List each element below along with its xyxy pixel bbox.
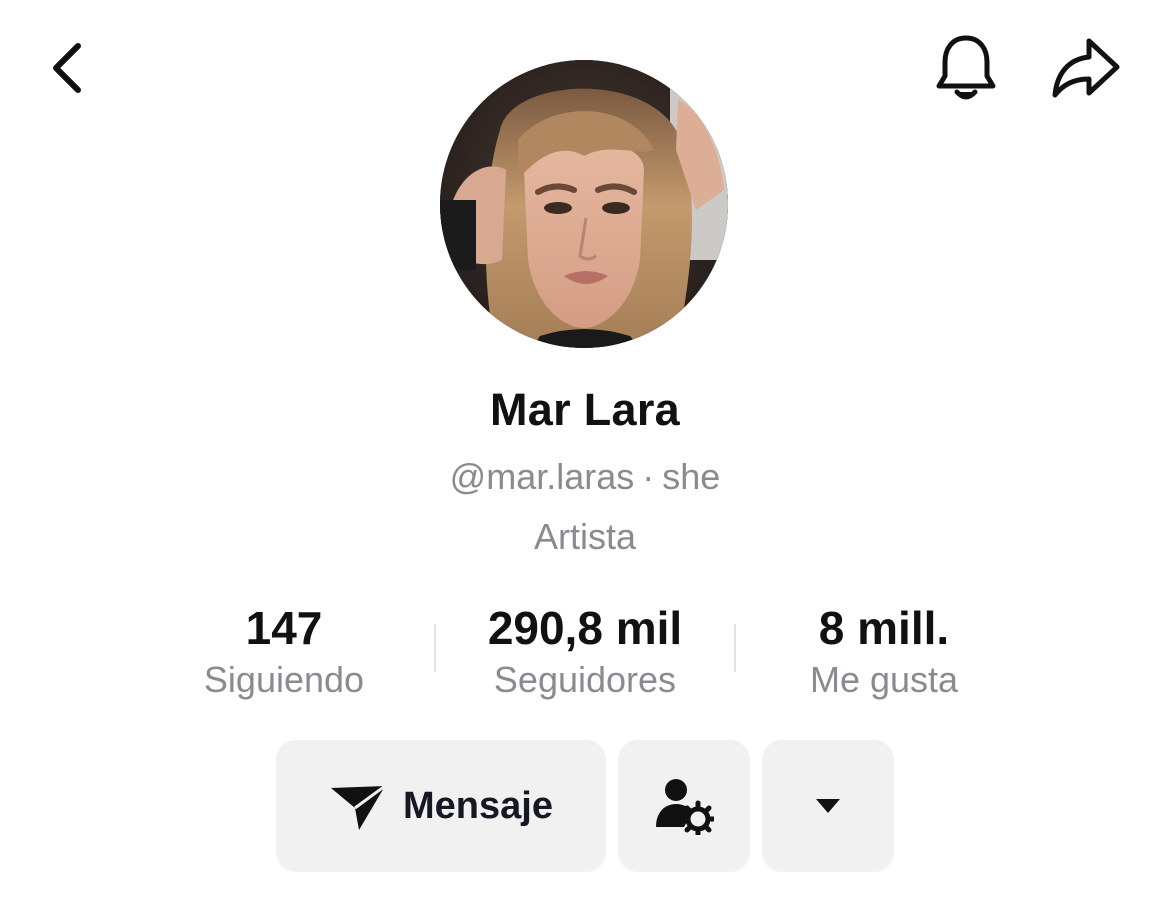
notification-button[interactable] bbox=[928, 30, 1004, 106]
stat-following-value: 147 bbox=[245, 602, 323, 654]
caret-down-icon bbox=[816, 799, 840, 813]
pronouns: she bbox=[662, 456, 721, 497]
stats-row: 147 Siguiendo 290,8 mil Seguidores 8 mil… bbox=[0, 600, 1170, 710]
stat-divider bbox=[434, 624, 436, 672]
send-icon bbox=[331, 784, 386, 830]
avatar[interactable] bbox=[440, 60, 728, 348]
stat-likes-label: Me gusta bbox=[809, 659, 959, 700]
profile-category: Artista bbox=[533, 516, 637, 557]
separator: · bbox=[642, 456, 655, 497]
friend-settings-button[interactable] bbox=[618, 740, 750, 872]
stat-likes[interactable]: 8 mill. Me gusta bbox=[784, 600, 984, 702]
share-arrow-icon bbox=[1052, 38, 1120, 98]
bell-icon bbox=[936, 35, 996, 100]
stat-followers[interactable]: 290,8 mil Seguidores bbox=[450, 600, 720, 702]
stat-following-label: Siguiendo bbox=[203, 659, 365, 700]
stat-likes-value: 8 mill. bbox=[818, 602, 950, 654]
user-settings-icon bbox=[656, 779, 714, 835]
back-button[interactable] bbox=[30, 32, 102, 104]
share-button[interactable] bbox=[1044, 30, 1128, 106]
stat-divider bbox=[734, 624, 736, 672]
stat-followers-label: Seguidores bbox=[493, 659, 677, 700]
message-button[interactable]: Mensaje bbox=[276, 740, 606, 872]
stat-following[interactable]: 147 Siguiendo bbox=[184, 600, 384, 702]
more-options-button[interactable] bbox=[762, 740, 894, 872]
username-line: @mar.laras · she bbox=[0, 456, 1170, 498]
message-button-label: Mensaje bbox=[403, 784, 553, 827]
stat-followers-value: 290,8 mil bbox=[487, 602, 683, 654]
profile-actions: Mensaje bbox=[0, 740, 1170, 874]
username: @mar.laras bbox=[449, 456, 635, 497]
display-name: Mar Lara bbox=[490, 384, 680, 435]
profile-photo bbox=[440, 60, 728, 348]
chevron-left-icon bbox=[53, 43, 81, 93]
